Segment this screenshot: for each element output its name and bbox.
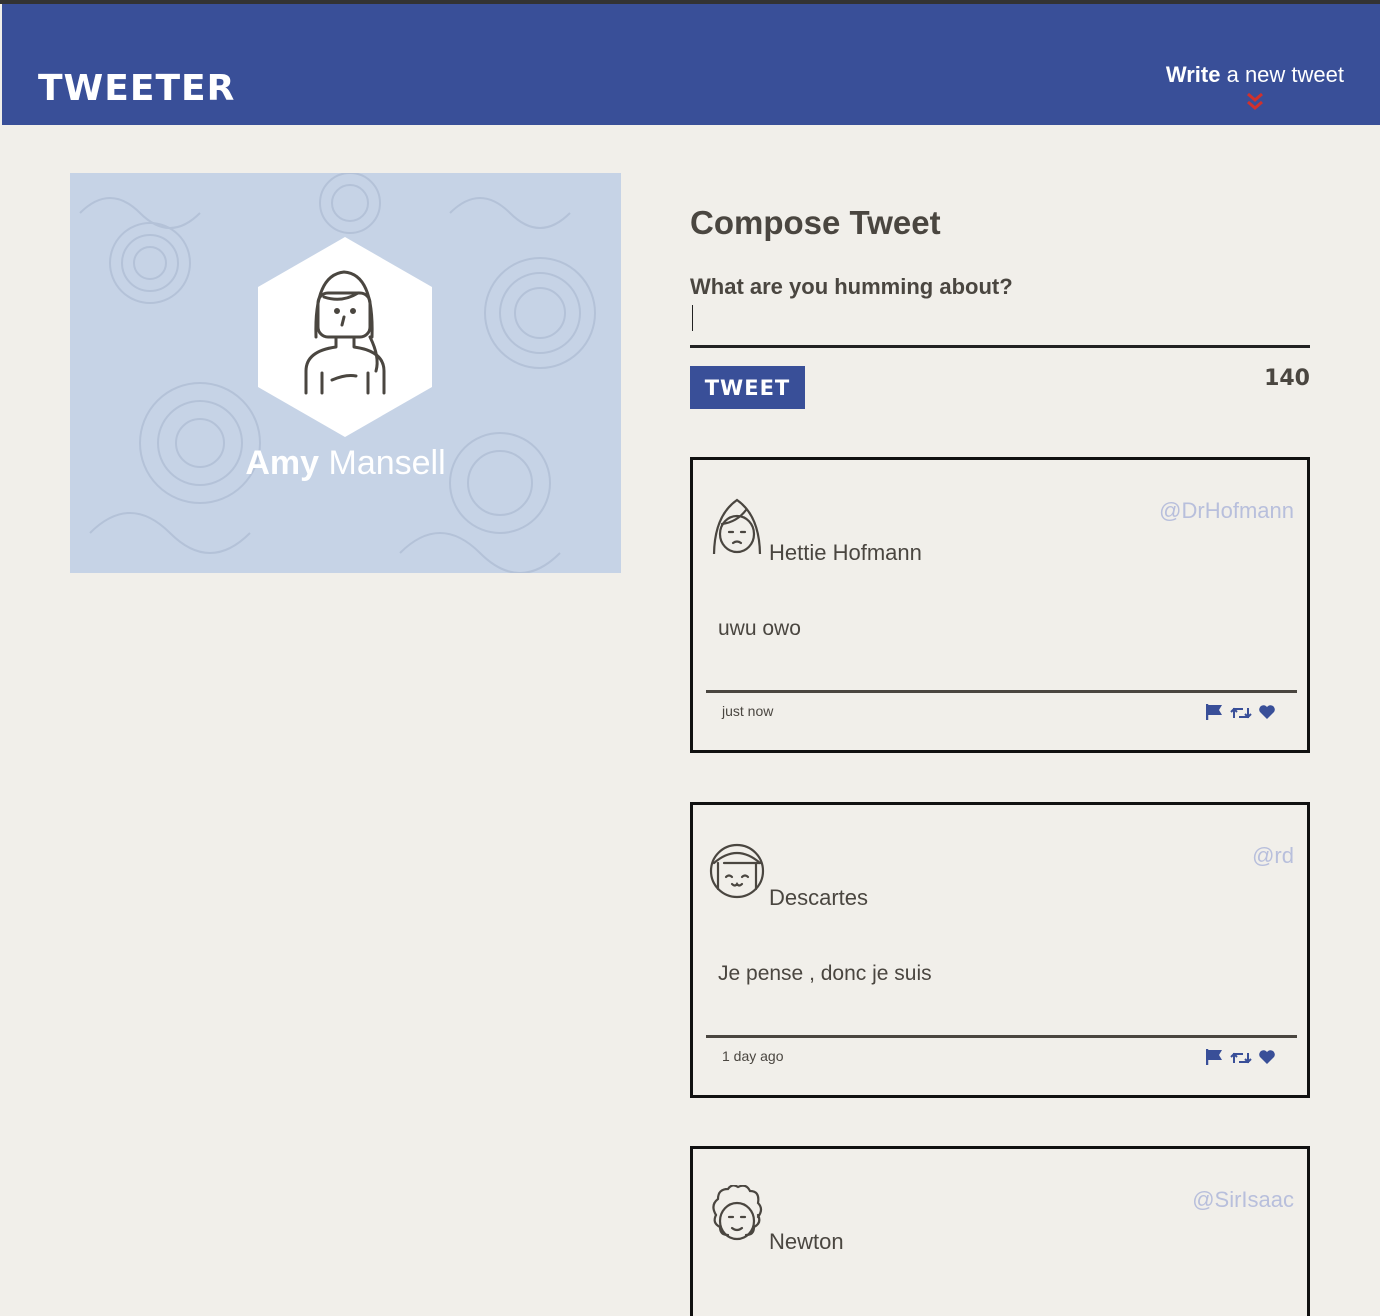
- double-chevron-down-icon[interactable]: [1244, 92, 1266, 112]
- navbar: TWEETER Write a new tweet: [2, 4, 1380, 125]
- write-link-rest: a new tweet: [1220, 62, 1344, 87]
- heart-icon[interactable]: [1258, 704, 1276, 724]
- tweet-author-handle[interactable]: @DrHofmann: [1159, 498, 1294, 524]
- tweet-textarea[interactable]: [690, 300, 1310, 348]
- tweet-divider: [706, 1035, 1297, 1038]
- tweet-content: uwu owo: [718, 617, 801, 640]
- profile-first-name: Amy: [245, 444, 320, 482]
- profile-card: Amy Mansell: [70, 173, 621, 573]
- profile-avatar: [258, 237, 432, 437]
- write-new-tweet-link[interactable]: Write a new tweet: [1166, 62, 1344, 88]
- tweet-actions: [1205, 704, 1276, 724]
- brand-logo[interactable]: TWEETER: [38, 68, 235, 109]
- tweet-actions: [1205, 1049, 1276, 1069]
- tweet-card: Descartes @rd Je pense , donc je suis 1 …: [690, 802, 1310, 1098]
- tweet-author-name[interactable]: Newton: [769, 1229, 844, 1255]
- profile-name: Amy Mansell: [70, 444, 621, 483]
- retweet-icon[interactable]: [1230, 1050, 1252, 1069]
- tweet-card: Newton @SirIsaac: [690, 1146, 1310, 1316]
- tweet-divider: [706, 690, 1297, 693]
- tweet-author-name[interactable]: Descartes: [769, 885, 868, 911]
- character-counter: 140: [1264, 366, 1310, 391]
- flag-icon[interactable]: [1205, 1049, 1224, 1069]
- retweet-icon[interactable]: [1230, 705, 1252, 724]
- tweet-author-handle[interactable]: @rd: [1252, 843, 1294, 869]
- tweet-button[interactable]: TWEET: [690, 366, 805, 409]
- tweet-author-handle[interactable]: @SirIsaac: [1192, 1187, 1294, 1213]
- user-avatar-icon: [712, 498, 762, 554]
- heart-icon[interactable]: [1258, 1049, 1276, 1069]
- user-avatar-icon: [709, 843, 765, 899]
- flag-icon[interactable]: [1205, 704, 1224, 724]
- compose-title: Compose Tweet: [690, 204, 941, 241]
- tweet-author-name[interactable]: Hettie Hofmann: [769, 540, 922, 566]
- user-avatar-icon: [712, 1185, 763, 1241]
- profile-last-name: Mansell: [319, 444, 446, 482]
- write-link-bold: Write: [1165, 62, 1221, 87]
- tweet-timestamp: just now: [722, 703, 774, 719]
- tweet-card: Hettie Hofmann @DrHofmann uwu owo just n…: [690, 457, 1310, 753]
- compose-label: What are you humming about?: [690, 274, 1013, 299]
- text-caret: [692, 305, 693, 331]
- tweet-timestamp: 1 day ago: [722, 1048, 784, 1064]
- tweet-content: Je pense , donc je suis: [718, 962, 932, 985]
